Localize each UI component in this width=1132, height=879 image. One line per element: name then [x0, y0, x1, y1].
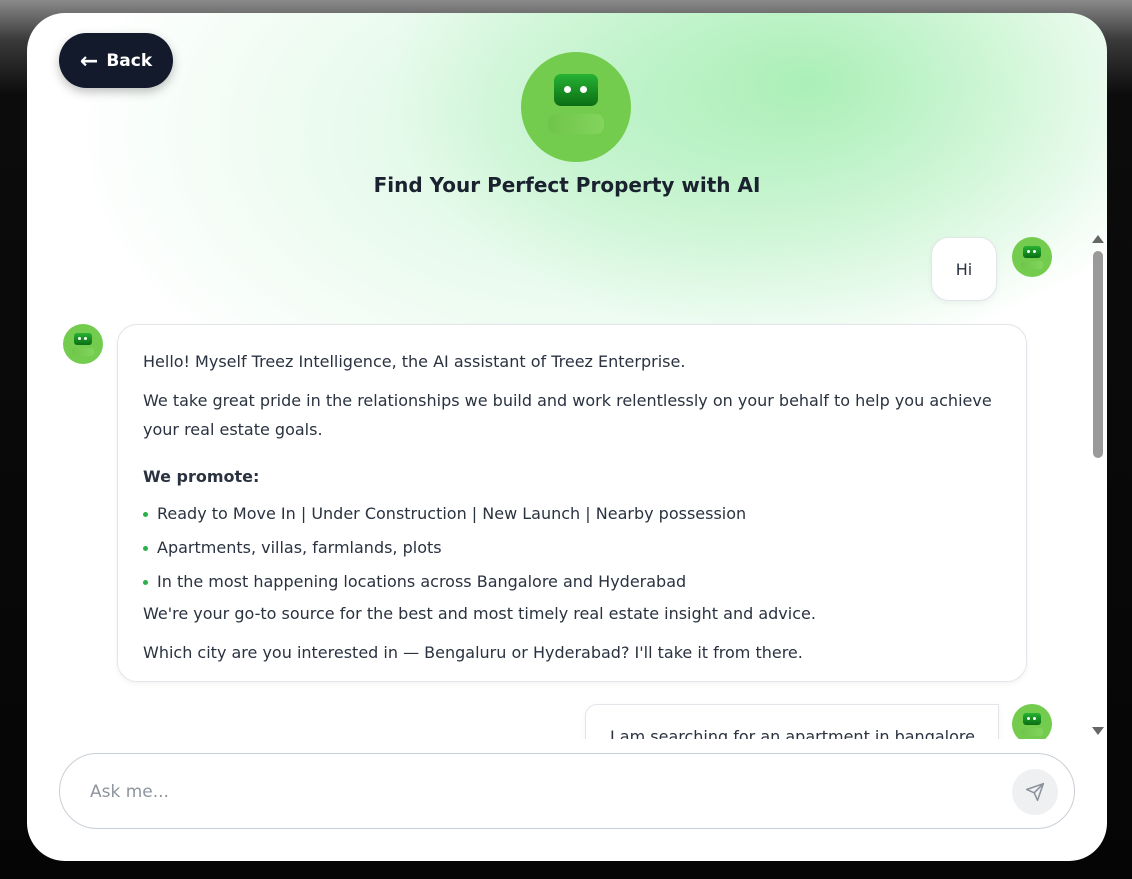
back-button[interactable]: ← Back: [59, 33, 173, 88]
message-input[interactable]: [88, 754, 992, 830]
bot-source-line: We're your go-to source for the best and…: [143, 604, 816, 623]
bot-face-icon: [74, 333, 92, 345]
user-message-text: Hi: [955, 259, 973, 279]
promote-list: Ready to Move In | Under Construction | …: [143, 497, 1001, 599]
chat-scrollbar[interactable]: [1089, 231, 1105, 739]
bot-intro: We take great pride in the relationships…: [143, 391, 992, 439]
send-button[interactable]: [1012, 769, 1058, 815]
send-icon: [1025, 782, 1045, 802]
arrow-left-icon: ←: [79, 48, 99, 74]
bot-message-bubble: Hello! Myself Treez Intelligence, the AI…: [117, 324, 1027, 682]
bot-avatar: [63, 324, 103, 364]
scroll-down-arrow-icon[interactable]: [1092, 727, 1104, 735]
list-item: Apartments, villas, farmlands, plots: [143, 531, 1001, 565]
chat-messages[interactable]: Hi Hello! Myself Treez Intelligence, the…: [27, 229, 1107, 739]
back-button-label: Back: [106, 50, 153, 71]
bot-question: Which city are you interested in — Benga…: [143, 643, 803, 662]
user-message-bubble: I am searching for an apartment in banga…: [585, 704, 999, 739]
user-avatar: [1012, 704, 1052, 739]
ai-bot-avatar: [521, 52, 631, 162]
user-message-bubble: Hi: [931, 237, 997, 301]
list-item: Ready to Move In | Under Construction | …: [143, 497, 1001, 531]
bot-face-icon: [1023, 246, 1041, 258]
chat-composer: [59, 753, 1075, 830]
user-avatar: [1012, 237, 1052, 277]
promote-heading: We promote:: [143, 467, 260, 486]
page-title: Find Your Perfect Property with AI: [373, 173, 761, 197]
bot-face-icon: [1023, 713, 1041, 725]
list-item: In the most happening locations across B…: [143, 565, 1001, 599]
bot-greeting: Hello! Myself Treez Intelligence, the AI…: [143, 352, 686, 371]
user-message-text: I am searching for an apartment in banga…: [610, 727, 975, 739]
chat-modal: ← Back Find Your Perfect Property with A…: [27, 13, 1107, 861]
bot-face-icon: [554, 74, 598, 106]
scrollbar-thumb[interactable]: [1093, 251, 1103, 458]
scroll-up-arrow-icon[interactable]: [1092, 235, 1104, 243]
